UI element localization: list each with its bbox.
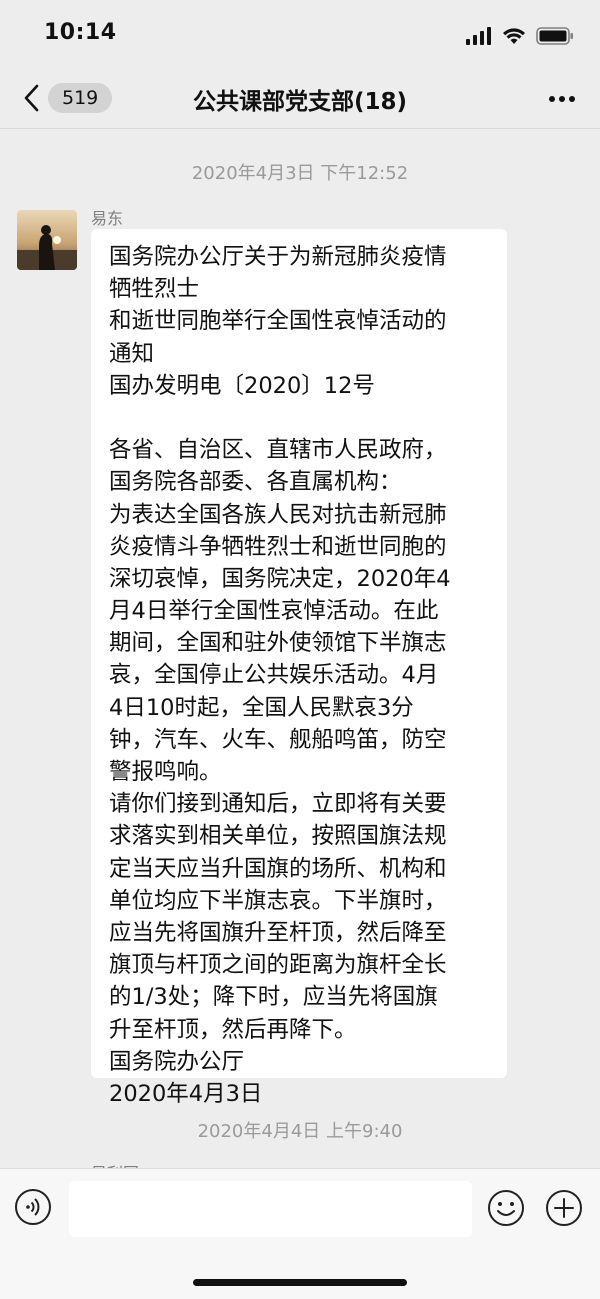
message-text-line: 国务院各部委、各直属机构：: [109, 469, 402, 496]
voice-button[interactable]: [15, 1189, 51, 1225]
message-text-line: 牺牲烈士: [109, 276, 200, 303]
more-dots-icon: [549, 96, 575, 102]
wifi-icon: [503, 28, 525, 44]
more-button[interactable]: [548, 88, 576, 107]
plus-icon: [546, 1190, 582, 1226]
message-text-line: 定当天应当升国旗的场所、机构和: [109, 855, 447, 882]
message-text-line: 的1/3处；降下时，应当先将国旗: [109, 984, 438, 1011]
message-timestamp: 2020年4月4日 上午9:40: [197, 1121, 403, 1142]
voice-icon: [26, 1198, 40, 1216]
avatar[interactable]: [17, 210, 77, 270]
message-text-line: 求落实到相关单位，按照国旗法规: [109, 823, 447, 850]
avatar-image: [17, 210, 77, 270]
home-indicator: [193, 1279, 407, 1286]
message-text-line: 和逝世同胞举行全国性哀悼活动的: [109, 308, 447, 335]
emoji-button[interactable]: [487, 1189, 525, 1227]
message-text-line: 月4日举行全国性哀悼活动。在此: [109, 598, 439, 625]
message-text-line: 通知: [109, 340, 155, 367]
message-text-line: 升至杆顶，然后再降下。: [109, 1016, 357, 1043]
chat-header: 519 公共课部党支部(18): [0, 70, 600, 129]
message-text-line: 为表达全国各族人民对抗击新冠肺: [109, 501, 447, 528]
status-bar: 10:14: [0, 0, 600, 70]
message-text-line: 国务院办公厅: [109, 1048, 245, 1075]
message-text-line: 单位均应下半旗志哀。下半旗时，: [109, 887, 447, 914]
message-timestamp: 2020年4月3日 下午12:52: [191, 163, 409, 184]
message-text-line: 应当先将国旗升至杆顶，然后降至: [109, 919, 447, 946]
signal-icon: [466, 27, 491, 45]
message-text-line: 炎疫情斗争牺牲烈士和逝世同胞的: [109, 533, 447, 560]
more-functions-button[interactable]: [545, 1189, 583, 1227]
message-text-line: 各省、自治区、直辖市人民政府，: [109, 437, 447, 464]
chat-title: 公共课部党支部(18): [192, 89, 408, 115]
message-bubble[interactable]: 国务院办公厅关于为新冠肺炎疫情 牺牲烈士和逝世同胞举行全国性哀悼活动的 通知国办发明…: [91, 229, 507, 1107]
message-text-line: 期间，全国和驻外使领馆下半旗志: [109, 630, 447, 657]
message-text-line: [109, 402, 493, 434]
message-input[interactable]: [69, 1181, 472, 1237]
message-text-line: 旗顶与杆顶之间的距离为旗杆全长: [109, 952, 447, 979]
status-time: 10:14: [44, 20, 117, 45]
message-text-line: 国务院办公厅关于为新冠肺炎疫情: [109, 244, 447, 270]
emoji-icon: [488, 1190, 524, 1226]
message-text-line: 深切哀悼，国务院决定，2020年4: [109, 565, 451, 592]
status-icons: [466, 26, 574, 46]
message-text-line: 2020年4月3日: [109, 1080, 263, 1107]
message-text-line: 4日10时起，全国人民默哀3分: [109, 694, 414, 721]
message-text-line: 警报鸣响。: [109, 759, 222, 785]
message-text-line: 请你们接到通知后，立即将有关要: [109, 791, 447, 818]
sender-name: 吴利国: [91, 1160, 139, 1168]
message-text-line: 钟，汽车、火车、舰船鸣笛，防空: [109, 726, 447, 753]
message-text-line: 国办发明电〔2020〕12号: [109, 372, 375, 399]
battery-icon: [536, 27, 573, 45]
message-text-line: 哀，全国停止公共娱乐活动。4月: [109, 662, 439, 689]
sender-name: 易东: [91, 209, 124, 228]
